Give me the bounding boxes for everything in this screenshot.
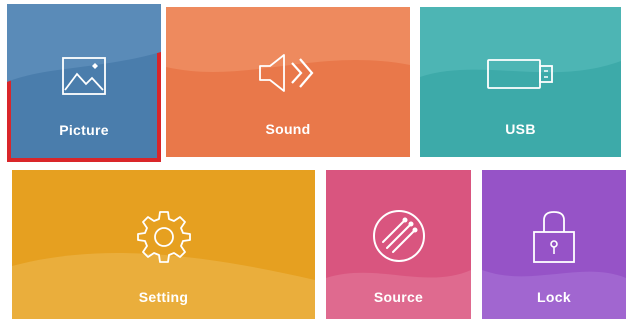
tile-label: Source — [373, 289, 424, 305]
tile-usb[interactable]: USB — [420, 7, 621, 157]
tile-label: Sound — [265, 121, 311, 137]
tile-label: Picture — [59, 122, 109, 138]
tile-picture[interactable]: Picture — [7, 4, 161, 162]
usb-icon — [486, 57, 556, 91]
tile-source[interactable]: Source — [326, 170, 471, 319]
speaker-icon — [256, 51, 320, 95]
tile-label: Lock — [537, 289, 571, 305]
tile-label: USB — [505, 121, 536, 137]
tile-lock[interactable]: Lock — [482, 170, 626, 319]
tile-setting[interactable]: Setting — [12, 170, 315, 319]
tile-label: Setting — [138, 289, 189, 305]
picture-icon — [59, 54, 109, 98]
tile-sound[interactable]: Sound — [166, 7, 410, 157]
source-icon — [371, 208, 427, 264]
gear-icon — [136, 208, 192, 264]
lock-icon — [530, 208, 578, 266]
